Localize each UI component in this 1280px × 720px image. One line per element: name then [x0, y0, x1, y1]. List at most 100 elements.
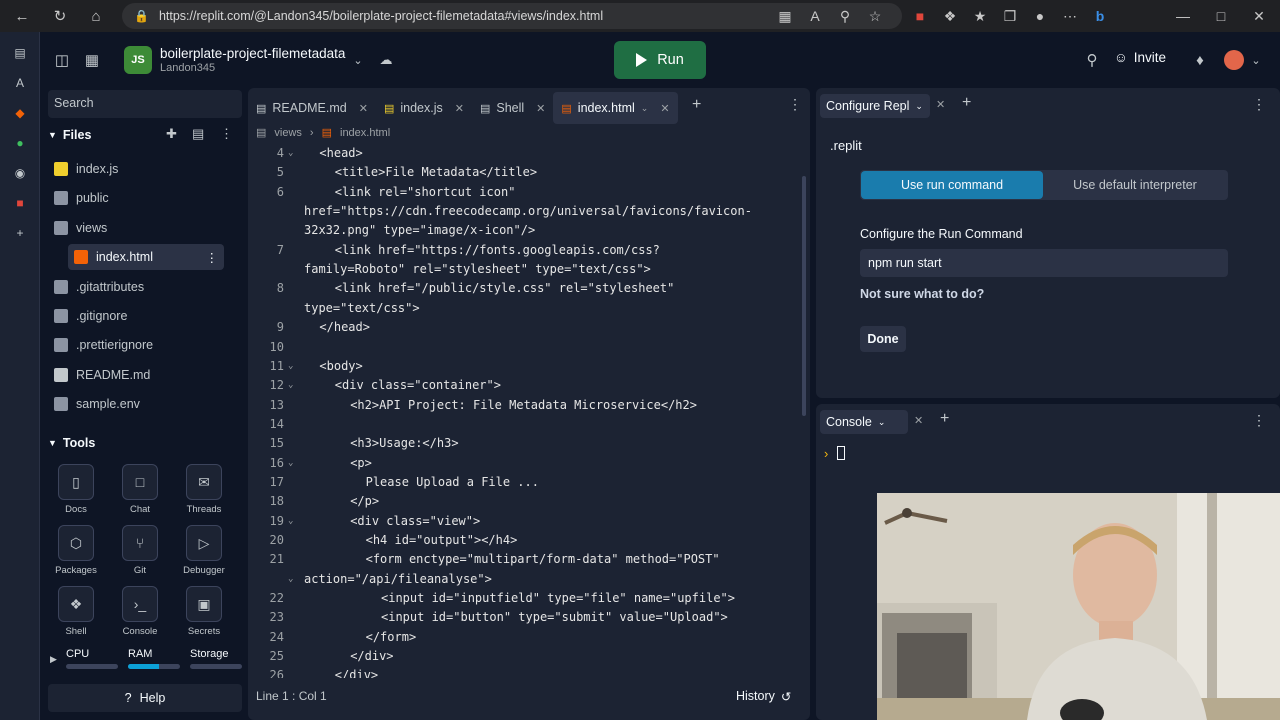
repl-owner[interactable]: Landon345	[160, 62, 215, 74]
code-area[interactable]: 4 ⌄ <head> 5 <title>File Metadata</title> 6 <l…	[248, 146, 810, 678]
fold-chevron-icon[interactable]: ⌄	[288, 361, 293, 371]
file-item[interactable]: .gitignore	[48, 303, 228, 329]
favorite-icon[interactable]: ☆	[860, 0, 890, 32]
collections-icon[interactable]: ❐	[995, 0, 1025, 32]
breadcrumb-folder[interactable]: views	[274, 127, 302, 139]
close-tab-icon[interactable]: ✕	[660, 102, 669, 115]
fold-chevron-icon[interactable]: ⌄	[288, 516, 293, 526]
back-icon[interactable]: ←	[4, 0, 40, 32]
notifications-bell-icon[interactable]: ♦	[1188, 48, 1212, 72]
tab-configure-repl[interactable]: Configure Repl ⌄	[820, 94, 930, 118]
tool-packages[interactable]: ⬡ Packages	[48, 525, 104, 581]
add-tab-icon[interactable]: +	[940, 410, 949, 428]
account-chevron-icon[interactable]: ⌄	[1244, 48, 1268, 72]
more-menu-icon[interactable]: ⋯	[1055, 0, 1085, 32]
cloud-icon[interactable]: ☁	[374, 48, 398, 72]
maximize-icon[interactable]: □	[1206, 0, 1236, 32]
use-default-interpreter-option[interactable]: Use default interpreter	[1044, 171, 1226, 199]
repl-name[interactable]: boilerplate-project-filemetadata	[160, 46, 345, 61]
apps-icon[interactable]: ▦	[770, 0, 800, 32]
home-icon[interactable]: ⌂	[78, 0, 114, 32]
tool-debugger[interactable]: ▷ Debugger	[176, 525, 232, 581]
replit-app-icon[interactable]: ◆	[0, 98, 40, 128]
favorites-bar-icon[interactable]: ★	[965, 0, 995, 32]
console-cursor[interactable]	[837, 446, 845, 460]
app-green-icon[interactable]: ●	[0, 128, 40, 158]
fold-chevron-icon[interactable]: ⌄	[288, 148, 293, 158]
done-button[interactable]: Done	[860, 326, 906, 352]
help-button[interactable]: ? Help	[48, 684, 242, 712]
app-red-icon[interactable]: ■	[0, 188, 40, 218]
invite-button[interactable]: ☺ Invite	[1114, 50, 1166, 65]
add-tab-icon[interactable]: +	[962, 94, 971, 112]
new-file-icon[interactable]: ✚	[166, 126, 177, 142]
tab-index-html[interactable]: ▤ index.html ⌄ ✕	[553, 92, 678, 124]
tab-readme-md[interactable]: ▤ README.md ✕	[248, 92, 376, 124]
tab-console[interactable]: Console ⌄	[820, 410, 908, 434]
read-aloud-icon[interactable]: A	[800, 0, 830, 32]
history-button[interactable]: History ↺	[736, 689, 791, 704]
tab-index-js[interactable]: ▤ index.js ✕	[376, 92, 472, 124]
file-item[interactable]: views	[48, 215, 228, 241]
extensions-puzzle-icon[interactable]: ❖	[935, 0, 965, 32]
tool-chat[interactable]: □ Chat	[112, 464, 168, 520]
breadcrumb-file[interactable]: index.html	[340, 127, 390, 139]
fold-chevron-icon[interactable]: ⌄	[288, 458, 293, 468]
tools-header[interactable]: ▼ Tools	[48, 436, 95, 450]
extension-icon[interactable]: ■	[905, 0, 935, 32]
close-tab-icon[interactable]: ✕	[455, 102, 464, 115]
close-tab-icon[interactable]: ✕	[536, 102, 545, 115]
avatar[interactable]	[1224, 50, 1244, 70]
file-item[interactable]: .prettierignore	[48, 332, 228, 358]
workspace-menu-icon[interactable]: ▦	[80, 48, 104, 72]
add-app-icon[interactable]: +	[0, 218, 40, 248]
tool-threads[interactable]: ✉ Threads	[176, 464, 232, 520]
accessibility-icon[interactable]: A	[0, 68, 40, 98]
tool-console[interactable]: ›_ Console	[112, 586, 168, 642]
file-item[interactable]: index.html ⋮	[68, 244, 224, 271]
chevron-down-icon[interactable]: ⌄	[346, 48, 370, 72]
file-item[interactable]: .gitattributes	[48, 274, 228, 300]
chevron-right-icon[interactable]: ▶	[50, 654, 57, 665]
close-tab-icon[interactable]: ✕	[914, 414, 923, 427]
github-icon[interactable]: ◉	[0, 158, 40, 188]
reload-icon[interactable]: ↻	[42, 0, 78, 32]
search-icon[interactable]: ⚲	[1080, 48, 1104, 72]
panel-menu-icon[interactable]: ⋮	[1252, 412, 1266, 429]
zoom-icon[interactable]: ⚲	[830, 0, 860, 32]
tabs-icon[interactable]: ▤	[0, 38, 40, 68]
files-header[interactable]: ▼ Files	[48, 128, 91, 142]
profile-icon[interactable]: ●	[1025, 0, 1055, 32]
fold-chevron-icon[interactable]: ⌄	[288, 574, 293, 584]
sidebar-toggle-icon[interactable]: ◫	[50, 48, 74, 72]
run-button[interactable]: Run	[614, 41, 706, 79]
file-item[interactable]: public	[48, 185, 228, 211]
close-window-icon[interactable]: ✕	[1244, 0, 1274, 32]
close-tab-icon[interactable]: ✕	[359, 102, 368, 115]
run-command-heading: Configure the Run Command	[860, 227, 1023, 241]
new-folder-icon[interactable]: ▤	[192, 126, 204, 142]
editor-menu-icon[interactable]: ⋮	[788, 96, 802, 113]
file-item[interactable]: sample.env	[48, 391, 228, 417]
search-input[interactable]: Search	[48, 90, 242, 118]
file-item[interactable]: index.js	[48, 156, 228, 182]
bing-icon[interactable]: b	[1085, 0, 1115, 32]
fold-chevron-icon[interactable]: ⌄	[288, 380, 293, 390]
tool-git[interactable]: ⑂ Git	[112, 525, 168, 581]
help-link[interactable]: Not sure what to do?	[860, 287, 984, 301]
editor-scrollbar[interactable]	[802, 176, 806, 416]
chevron-down-icon[interactable]: ⌄	[641, 103, 649, 114]
files-menu-icon[interactable]: ⋮	[220, 126, 233, 142]
tool-shell[interactable]: ❖ Shell	[48, 586, 104, 642]
file-item[interactable]: README.md	[48, 362, 228, 388]
run-command-input[interactable]: npm run start	[860, 249, 1228, 277]
minimize-icon[interactable]: —	[1168, 0, 1198, 32]
add-tab-icon[interactable]: +	[692, 96, 701, 114]
tool-secrets[interactable]: ▣ Secrets	[176, 586, 232, 642]
use-run-command-option[interactable]: Use run command	[861, 171, 1043, 199]
panel-menu-icon[interactable]: ⋮	[1252, 96, 1266, 113]
tab-shell[interactable]: ▤ Shell ✕	[472, 92, 553, 124]
file-menu-icon[interactable]: ⋮	[206, 250, 219, 265]
close-tab-icon[interactable]: ✕	[936, 98, 945, 111]
tool-docs[interactable]: ▯ Docs	[48, 464, 104, 520]
